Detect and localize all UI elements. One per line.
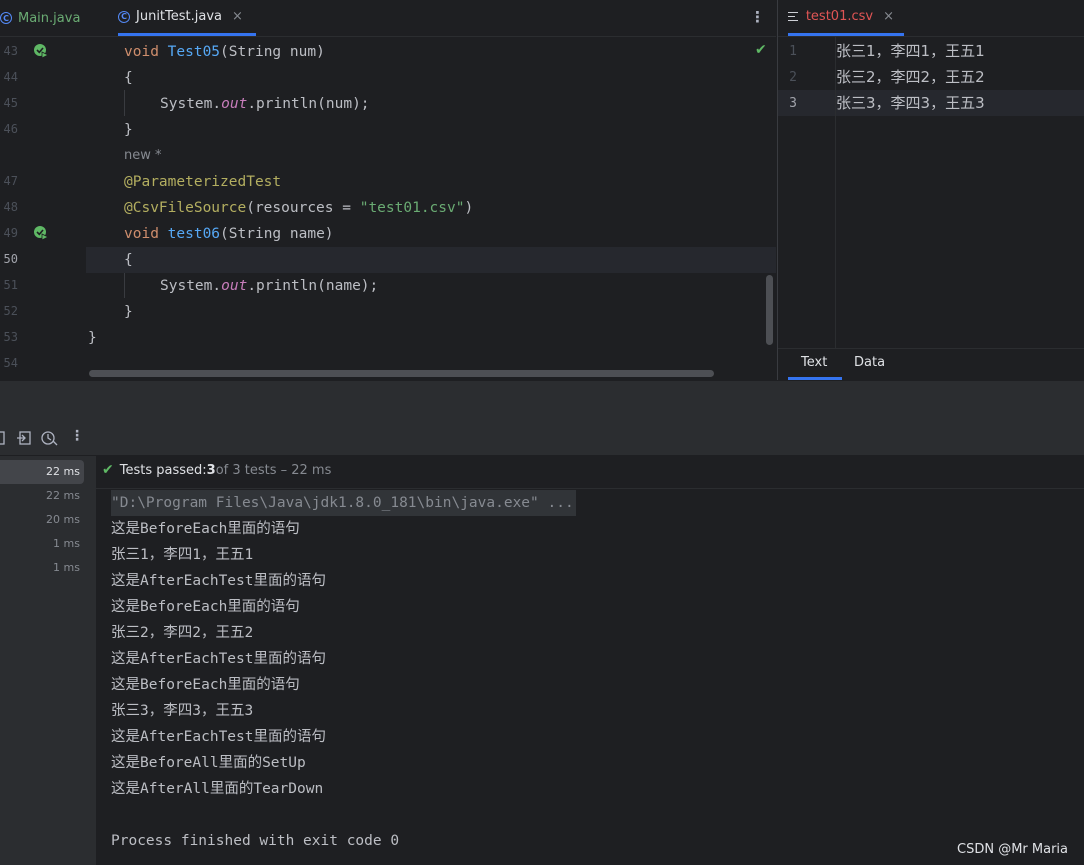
line-number: 51 xyxy=(3,278,18,292)
console-exit-line: Process finished with exit code 0 xyxy=(111,833,400,849)
line-number: 47 xyxy=(3,174,18,188)
console-line: 这是BeforeEach里面的语句 xyxy=(111,677,300,693)
check-icon: ✔ xyxy=(102,462,114,478)
line-number: 54 xyxy=(3,356,18,370)
tab-label: Main.java xyxy=(18,10,81,26)
line-number: 48 xyxy=(3,200,18,214)
tab-text[interactable]: Text xyxy=(787,355,843,380)
line-number: 43 xyxy=(3,44,18,58)
console-line: 这是AfterEachTest里面的语句 xyxy=(111,573,326,589)
console-line: 张三3，李四3，王五3 xyxy=(111,703,254,719)
tool-window-header xyxy=(0,380,1084,423)
tests-status: ✔ Tests passed: 3 of 3 tests – 22 ms xyxy=(102,462,332,478)
tree-row[interactable]: 22 ms xyxy=(0,484,84,508)
code-line: } xyxy=(124,304,133,320)
test-results-tree: 22 ms 22 ms 20 ms 1 ms 1 ms xyxy=(0,456,96,865)
code-line: void test06(String name) xyxy=(124,226,334,242)
console-line: 这是BeforeEach里面的语句 xyxy=(111,599,300,615)
line-number: 52 xyxy=(3,304,18,318)
line-number: 2 xyxy=(789,70,797,85)
more-options-icon[interactable]: ⋮ xyxy=(70,428,84,444)
indent-guide xyxy=(124,272,125,298)
console-command-line[interactable]: "D:\Program Files\Java\jdk1.8.0_181\bin\… xyxy=(111,490,576,516)
line-gutter: 43 44 45 46 47 48 49 50 51 52 53 54 xyxy=(0,38,86,380)
tree-row[interactable]: 20 ms xyxy=(0,508,84,532)
csv-view-tabs: Text Data xyxy=(778,348,1084,381)
text-file-icon xyxy=(788,12,798,21)
usage-hint[interactable]: new * xyxy=(124,143,162,169)
code-line: { xyxy=(124,70,133,86)
run-test-icon[interactable] xyxy=(33,225,49,241)
line-number: 53 xyxy=(3,330,18,344)
tree-row-root[interactable]: 22 ms xyxy=(0,460,84,484)
vertical-scrollbar[interactable] xyxy=(766,275,773,345)
tab-data[interactable]: Data xyxy=(854,355,885,370)
run-toolbar: ⋮ xyxy=(0,421,1084,456)
csv-editor-pane: test01.csv × 1 2 3 张三1，李四1，王五1 张三2，李四2，王… xyxy=(777,0,1084,380)
code-line: } xyxy=(88,330,97,346)
tab-label: JunitTest.java xyxy=(136,9,222,24)
console-line: 这是BeforeEach里面的语句 xyxy=(111,521,300,537)
more-options-icon[interactable]: ⋮ xyxy=(750,8,765,26)
current-line-highlight: { xyxy=(86,247,776,273)
console-line: 张三2，李四2，王五2 xyxy=(111,625,254,641)
tree-row[interactable]: 1 ms xyxy=(0,556,84,580)
line-number: 3 xyxy=(789,96,797,111)
console-line: 这是AfterAll里面的TearDown xyxy=(111,781,324,797)
line-number: 49 xyxy=(3,226,18,240)
stop-icon[interactable] xyxy=(0,431,6,445)
line-number: 44 xyxy=(3,70,18,84)
tab-label: test01.csv xyxy=(805,9,874,24)
code-line: void Test05(String num) xyxy=(124,44,325,60)
csv-row[interactable]: 张三3，李四3，王五3 xyxy=(836,90,985,116)
close-icon[interactable]: × xyxy=(232,9,243,24)
code-line: System.out.println(num); xyxy=(160,96,370,112)
import-tests-icon[interactable] xyxy=(16,430,32,446)
tab-main-java[interactable]: C Main.java xyxy=(0,0,80,36)
csv-row[interactable]: 张三2，李四2，王五2 xyxy=(836,64,985,90)
code-line: @CsvFileSource(resources = "test01.csv") xyxy=(124,200,474,216)
close-icon[interactable]: × xyxy=(883,9,894,24)
code-editor[interactable]: void Test05(String num) { System.out.pri… xyxy=(86,38,776,380)
line-number: 46 xyxy=(3,122,18,136)
editor-pane: C Main.java C JunitTest.java × ⋮ 43 44 4… xyxy=(0,0,776,380)
horizontal-scrollbar[interactable] xyxy=(89,370,714,377)
watermark: CSDN @Mr Maria xyxy=(957,842,1068,857)
run-console[interactable]: ✔ Tests passed: 3 of 3 tests – 22 ms "D:… xyxy=(96,456,1084,865)
tab-test01-csv[interactable]: test01.csv × xyxy=(788,0,904,36)
console-line: 这是AfterEachTest里面的语句 xyxy=(111,651,326,667)
csv-row[interactable]: 张三1，李四1，王五1 xyxy=(836,38,985,64)
code-line: System.out.println(name); xyxy=(160,278,379,294)
editor-tab-bar: C Main.java C JunitTest.java × ⋮ xyxy=(0,0,776,37)
console-line: 张三1，李四1，王五1 xyxy=(111,547,254,563)
indent-guide xyxy=(124,90,125,116)
line-number: 45 xyxy=(3,96,18,110)
divider xyxy=(96,488,1084,489)
java-class-icon: C xyxy=(118,10,130,23)
tree-row[interactable]: 1 ms xyxy=(0,532,84,556)
csv-tab-bar: test01.csv × xyxy=(778,0,1084,37)
console-line: 这是AfterEachTest里面的语句 xyxy=(111,729,326,745)
run-test-icon[interactable] xyxy=(33,43,49,59)
test-history-icon[interactable] xyxy=(40,430,58,446)
code-line: } xyxy=(124,122,133,138)
tab-junittest-java[interactable]: C JunitTest.java × xyxy=(118,0,256,36)
console-line: 这是BeforeAll里面的SetUp xyxy=(111,755,306,771)
code-line: @ParameterizedTest xyxy=(124,174,282,190)
line-number: 50 xyxy=(3,252,18,266)
java-class-icon: C xyxy=(0,12,12,24)
line-number: 1 xyxy=(789,44,797,59)
no-problems-check-icon[interactable]: ✔ xyxy=(755,42,767,58)
